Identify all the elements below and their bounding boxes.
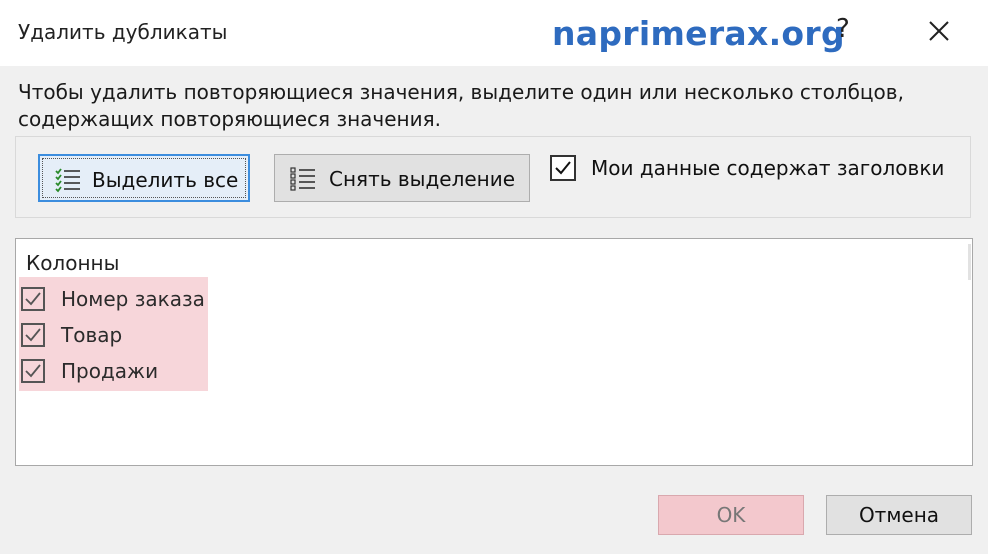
- ok-button[interactable]: OK: [658, 495, 804, 535]
- select-all-button[interactable]: Выделить все: [38, 154, 250, 202]
- column-item-sales[interactable]: Продажи: [20, 356, 206, 388]
- scrollbar[interactable]: [968, 244, 971, 280]
- headers-checkbox-label[interactable]: Мои данные содержат заголовки: [591, 156, 944, 180]
- column-label: Продажи: [61, 359, 159, 383]
- checkmark-icon: [25, 364, 41, 378]
- deselect-button[interactable]: Снять выделение: [274, 154, 530, 202]
- column-label: Товар: [61, 323, 123, 347]
- headers-checkbox[interactable]: [550, 155, 576, 181]
- deselect-label: Снять выделение: [329, 167, 516, 191]
- title-bar: Удалить дубликаты naprimerax.org ?: [0, 0, 988, 66]
- checkmark-icon: [25, 328, 41, 342]
- column-checkbox[interactable]: [21, 359, 45, 383]
- watermark: naprimerax.org: [552, 14, 845, 53]
- instructions: Чтобы удалить повторяющиеся значения, вы…: [18, 79, 958, 133]
- columns-title: Колонны: [26, 251, 120, 275]
- list-icon: [290, 167, 315, 191]
- close-icon: [929, 21, 949, 41]
- column-checkbox[interactable]: [21, 323, 45, 347]
- column-checkbox[interactable]: [21, 287, 45, 311]
- checkmark-icon: [25, 292, 41, 306]
- help-button[interactable]: ?: [836, 14, 850, 44]
- column-label: Номер заказа: [61, 287, 205, 311]
- checkmark-icon: [555, 161, 571, 175]
- checklist-icon: [55, 168, 80, 193]
- dialog-title: Удалить дубликаты: [18, 20, 228, 44]
- instructions-line-2: содержащих повторяющиеся значения.: [18, 107, 441, 131]
- cancel-button[interactable]: Отмена: [826, 495, 972, 535]
- close-button[interactable]: [916, 10, 962, 52]
- column-item-product[interactable]: Товар: [20, 320, 206, 352]
- column-item-order-number[interactable]: Номер заказа: [20, 284, 206, 316]
- select-all-label: Выделить все: [92, 168, 239, 192]
- instructions-line-1: Чтобы удалить повторяющиеся значения, вы…: [18, 80, 904, 104]
